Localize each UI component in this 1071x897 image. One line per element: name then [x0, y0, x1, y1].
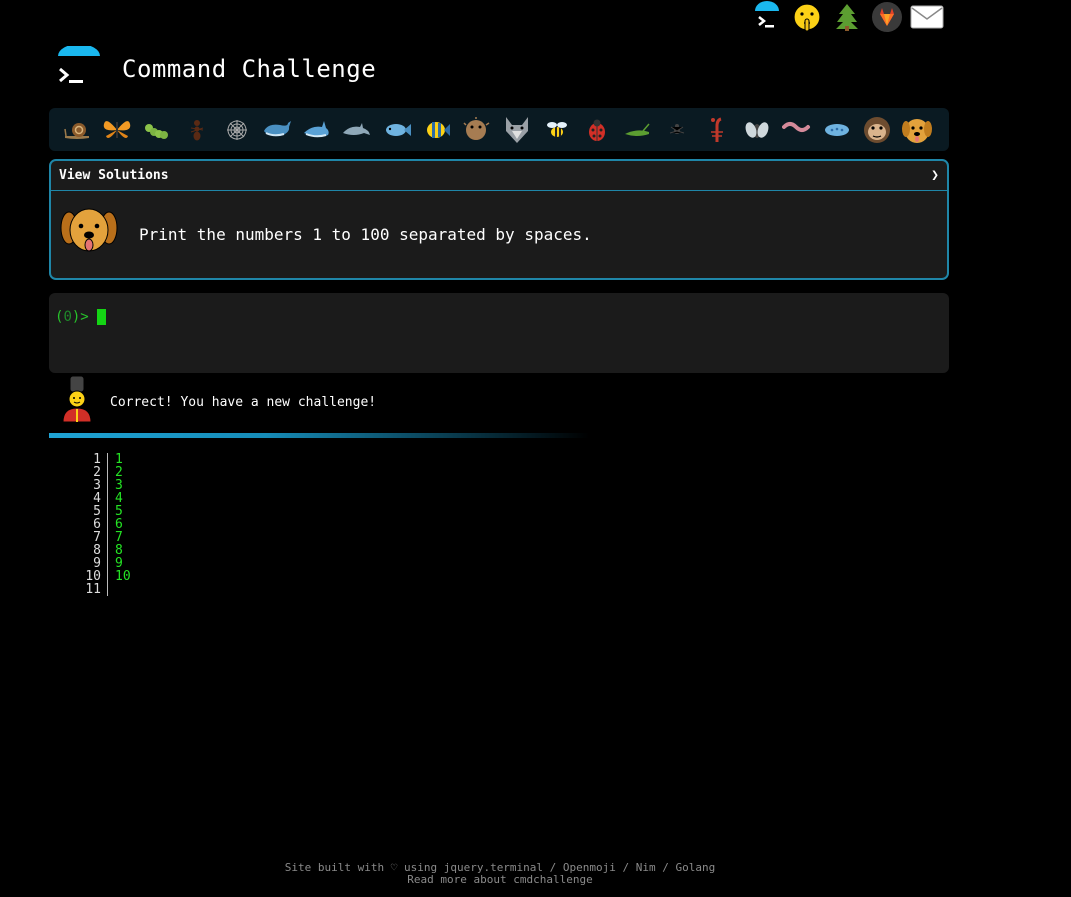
butterfly-icon[interactable] — [97, 112, 137, 148]
dolphin-icon[interactable] — [337, 112, 377, 148]
line-number: 11 — [85, 582, 101, 597]
page-title: Command Challenge — [122, 55, 377, 83]
progress-bar — [49, 433, 589, 438]
spider-web-icon[interactable] — [217, 112, 257, 148]
view-solutions-label: View Solutions — [59, 168, 169, 183]
terminal-prompt: (0)> — [55, 309, 106, 325]
worm-icon[interactable] — [777, 112, 817, 148]
spider-icon[interactable] — [657, 112, 697, 148]
prompt-exit-code: 0 — [63, 309, 72, 325]
footer-about-link[interactable]: Read more about cmdchallenge — [0, 874, 1000, 886]
mail-icon[interactable] — [910, 0, 944, 34]
feedback-text: Correct! You have a new challenge! — [110, 394, 377, 410]
monkey-icon[interactable] — [857, 112, 897, 148]
ant-icon[interactable] — [177, 112, 217, 148]
fly-icon[interactable] — [737, 112, 777, 148]
ladybug-icon[interactable] — [577, 112, 617, 148]
scorpion-icon[interactable] — [697, 112, 737, 148]
shushing-face-icon[interactable] — [790, 0, 824, 34]
microbe-icon[interactable] — [817, 112, 857, 148]
tree-icon[interactable] — [830, 0, 864, 34]
challenge-body: Print the numbers 1 to 100 separated by … — [51, 191, 947, 277]
pufferfish-icon[interactable] — [457, 112, 497, 148]
top-icon-links — [750, 0, 944, 34]
wolf-icon[interactable] — [497, 112, 537, 148]
snail-icon[interactable] — [57, 112, 97, 148]
dog-icon[interactable] — [897, 112, 937, 148]
feedback-message: Correct! You have a new challenge! — [60, 375, 377, 428]
terminal-logo-icon[interactable] — [750, 0, 784, 34]
terminal-cursor — [96, 309, 106, 325]
footer: Site built with ♡ using jquery.terminal … — [0, 862, 1000, 886]
dog-icon — [59, 204, 119, 264]
output-lines: 1 2 3 4 5 6 7 8 9 10 — [108, 453, 131, 596]
tropical-fish-icon[interactable] — [417, 112, 457, 148]
prompt-close: )> — [71, 309, 89, 325]
challenge-description: Print the numbers 1 to 100 separated by … — [139, 224, 592, 244]
gitlab-icon[interactable] — [870, 0, 904, 34]
cricket-icon[interactable] — [617, 112, 657, 148]
caterpillar-icon[interactable] — [137, 112, 177, 148]
fish-icon[interactable] — [377, 112, 417, 148]
view-solutions-toggle[interactable]: View Solutions ❯ — [51, 161, 947, 191]
line-number-gutter: 1 2 3 4 5 6 7 8 9 10 11 — [70, 453, 108, 596]
bee-icon[interactable] — [537, 112, 577, 148]
terminal-logo-icon[interactable] — [58, 44, 100, 92]
guard-icon — [60, 375, 94, 428]
header: Command Challenge — [58, 44, 377, 92]
shark-icon[interactable] — [297, 112, 337, 148]
challenge-panel: View Solutions ❯ Print the numbers 1 to … — [49, 159, 949, 280]
prompt-open: ( — [55, 309, 64, 325]
output-line: 10 — [115, 569, 131, 584]
challenge-animal-bar — [49, 108, 949, 151]
terminal-input[interactable]: (0)> — [49, 293, 949, 373]
command-output: 1 2 3 4 5 6 7 8 9 10 11 1 2 3 4 5 6 7 8 … — [70, 453, 131, 596]
chevron-right-icon: ❯ — [931, 168, 939, 183]
whale-icon[interactable] — [257, 112, 297, 148]
